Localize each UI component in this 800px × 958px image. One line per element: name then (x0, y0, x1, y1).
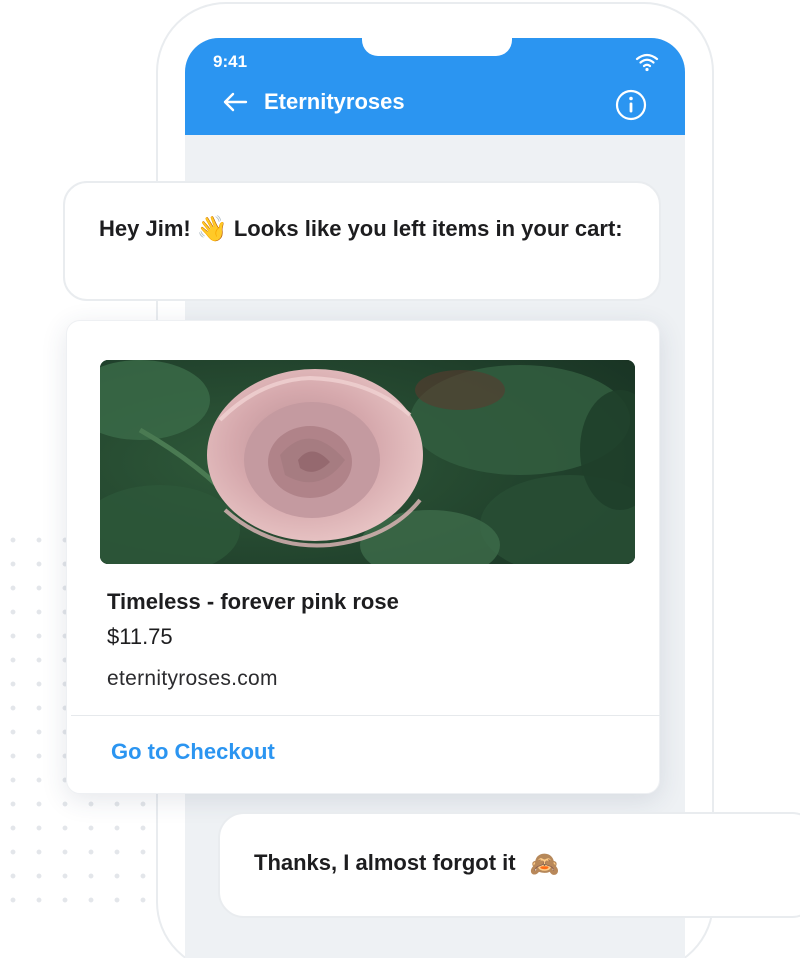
product-price: $11.75 (107, 624, 173, 649)
chat-title: Eternityroses (264, 89, 405, 114)
bot-greeting: Hey Jim! (99, 216, 191, 241)
card-divider (71, 715, 661, 716)
user-message-bubble: Thanks, I almost forgot it 🙈 (218, 812, 800, 918)
product-domain[interactable]: eternityroses.com (107, 667, 278, 691)
user-message-text: Thanks, I almost forgot it 🙈 (254, 850, 782, 879)
waving-hand-icon: 👋 (196, 215, 228, 243)
bot-message-body: Looks like you left items in your cart: (233, 216, 623, 241)
chat-header: 9:41 Eternityroses (185, 38, 685, 135)
user-message-body: Thanks, I almost forgot it (254, 850, 516, 875)
pink-rose-photo (100, 360, 635, 564)
product-name: Timeless - forever pink rose (107, 589, 399, 614)
product-card: Timeless - forever pink rose $11.75 eter… (66, 320, 661, 794)
bot-message-text: Hey Jim! 👋 Looks like you left items in yo… (99, 213, 625, 245)
status-time: 9:41 (213, 52, 248, 71)
arrow-left-icon[interactable] (221, 90, 249, 114)
wifi-icon (635, 53, 659, 72)
bot-message-bubble: Hey Jim! 👋 Looks like you left items in yo… (63, 181, 661, 301)
go-to-checkout-button[interactable]: Go to Checkout (111, 739, 275, 765)
phone-notch (362, 38, 512, 56)
see-no-evil-monkey-icon: 🙈 (529, 851, 560, 878)
info-icon[interactable] (615, 89, 647, 121)
